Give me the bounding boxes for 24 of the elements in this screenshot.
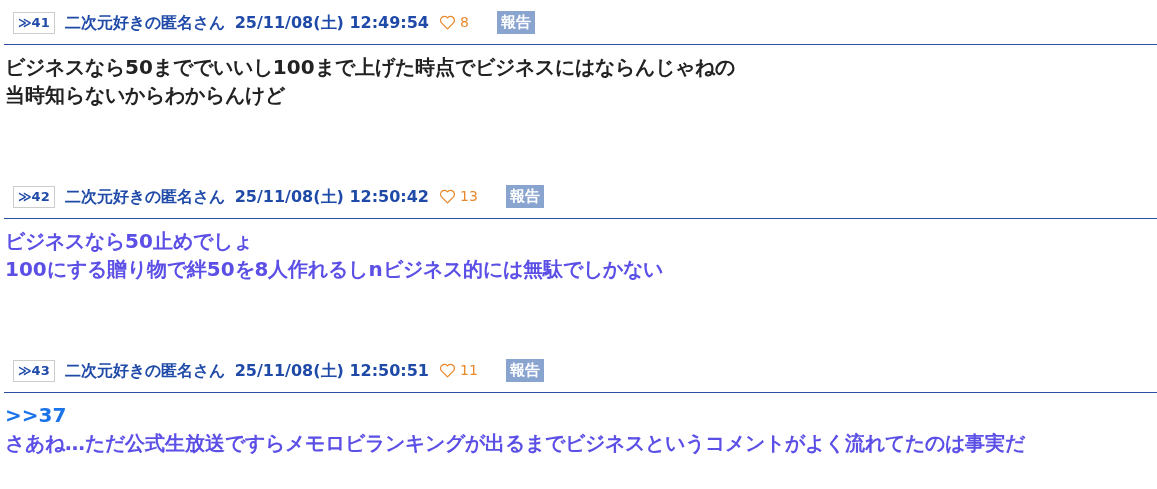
like-count: 8 [460,13,469,32]
heart-icon[interactable] [439,188,456,205]
post-date: 25/11/08(土) 12:50:51 [234,359,429,382]
report-button[interactable]: 報告 [505,359,544,382]
report-button[interactable]: 報告 [496,11,535,34]
heart-icon[interactable] [439,14,456,31]
poster-name: 二次元好きの匿名さん [64,359,225,382]
poster-name: 二次元好きの匿名さん [64,185,225,208]
post-date: 25/11/08(土) 12:50:42 [234,185,429,208]
reply-anchor-link[interactable]: >>37 [5,403,67,427]
post-text-line: 当時知らないからわからんけど [4,82,286,109]
post-text-line: 100にする贈り物で絆50を8人作れるしnビジネス的には無駄でしかない [4,256,664,283]
post-number-link[interactable]: ≫43 [13,359,55,382]
report-button[interactable]: 報告 [505,185,544,208]
post-text-line: ビジネスなら50止めでしょ [4,228,254,255]
post-number-link[interactable]: ≫41 [13,11,55,34]
poster-name: 二次元好きの匿名さん [64,11,225,34]
like-count: 11 [460,361,478,380]
post-text-line: ビジネスなら50まででいいし100まで上げた時点でビジネスにはならんじゃねの [4,54,736,81]
like-count: 13 [460,187,478,206]
post-date: 25/11/08(土) 12:49:54 [234,11,429,34]
post-number-link[interactable]: ≫42 [13,185,55,208]
post-text-line: さあね…ただ公式生放送ですらメモロビランキングが出るまでビジネスというコメントがよく流れてたのは事実だ [4,430,1027,457]
heart-icon[interactable] [439,362,456,379]
